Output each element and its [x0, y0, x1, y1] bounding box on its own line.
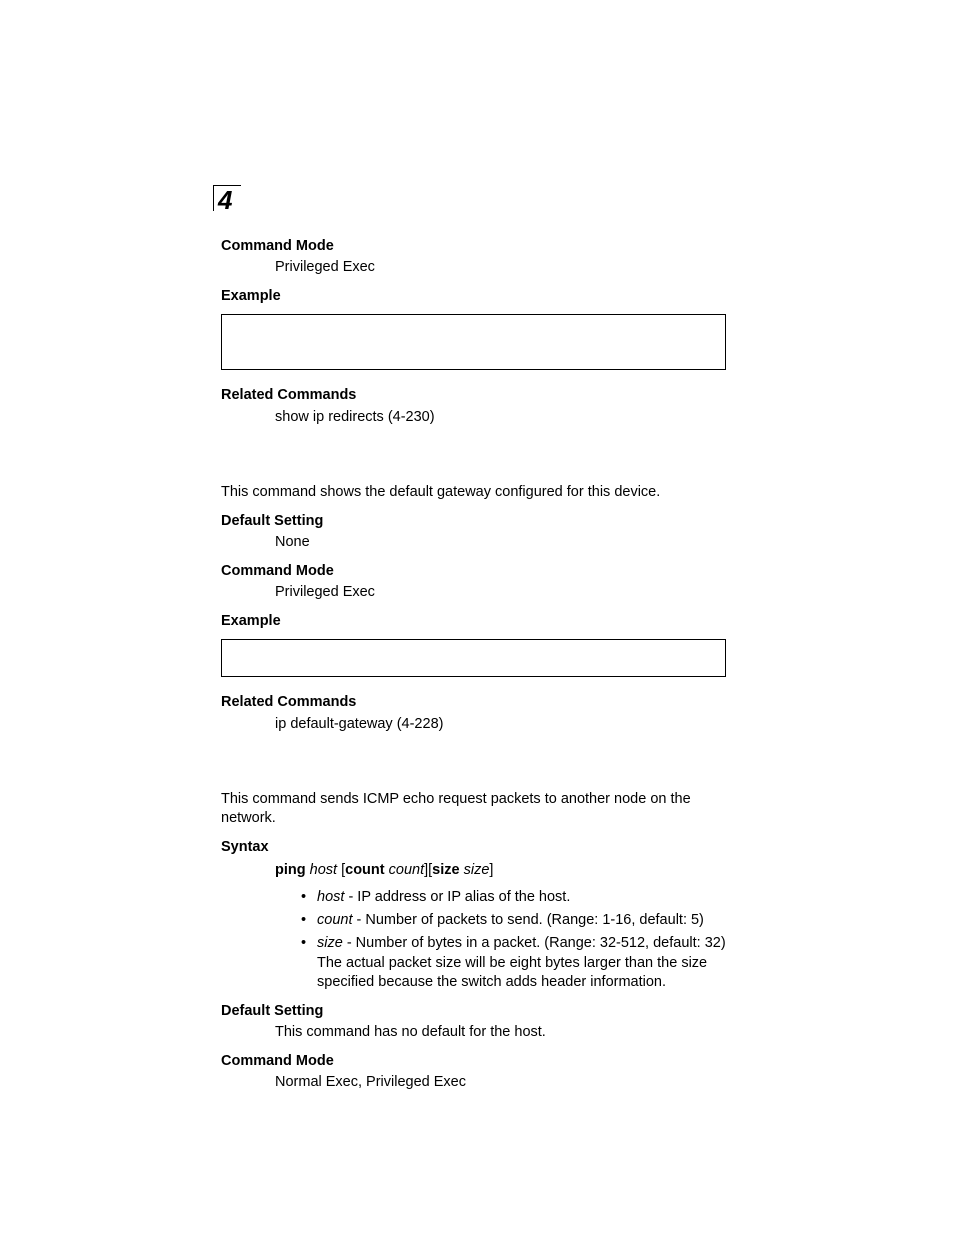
syntax-arg: count [389, 862, 424, 878]
syntax-keyword: ping [275, 862, 306, 878]
syntax-heading: Syntax [221, 838, 726, 857]
command-mode-value: Normal Exec, Privileged Exec [275, 1073, 726, 1092]
arg-desc: - Number of packets to send. (Range: 1-1… [352, 912, 703, 928]
arg-name: size [317, 935, 343, 951]
syntax-line: ping host [count count][size size] [275, 861, 726, 880]
syntax-arg: size [464, 862, 490, 878]
arg-desc: - IP address or IP alias of the host. [344, 889, 570, 905]
list-item: host - IP address or IP alias of the hos… [301, 888, 726, 907]
page: 4 Command Mode Privileged Exec Example R… [0, 0, 954, 1235]
default-setting-heading: Default Setting [221, 512, 726, 531]
command-mode-value: Privileged Exec [275, 583, 726, 602]
chapter-number: 4 [218, 188, 231, 212]
related-commands-value: ip default-gateway (4-228) [275, 715, 726, 734]
arg-name: count [317, 912, 352, 928]
page-content: Command Mode Privileged Exec Example Rel… [221, 237, 726, 1102]
syntax-bullet-list: host - IP address or IP alias of the hos… [301, 888, 726, 992]
arg-desc: - Number of bytes in a packet. (Range: 3… [317, 935, 726, 989]
default-setting-heading: Default Setting [221, 1002, 726, 1021]
section-intro: This command sends ICMP echo request pac… [221, 790, 726, 828]
syntax-keyword: count [345, 862, 384, 878]
list-item: count - Number of packets to send. (Rang… [301, 911, 726, 930]
related-commands-heading: Related Commands [221, 386, 726, 405]
example-heading: Example [221, 612, 726, 631]
default-setting-value: None [275, 533, 726, 552]
syntax-arg: host [310, 862, 337, 878]
syntax-bracket: ][ [424, 862, 432, 878]
command-mode-heading: Command Mode [221, 1052, 726, 1071]
command-mode-heading: Command Mode [221, 562, 726, 581]
default-setting-value: This command has no default for the host… [275, 1023, 726, 1042]
list-item: size - Number of bytes in a packet. (Ran… [301, 934, 726, 991]
command-mode-heading: Command Mode [221, 237, 726, 256]
example-box [221, 314, 726, 370]
syntax-keyword: size [432, 862, 459, 878]
related-commands-value: show ip redirects (4-230) [275, 408, 726, 427]
arg-name: host [317, 889, 344, 905]
related-commands-heading: Related Commands [221, 693, 726, 712]
syntax-bracket: ] [489, 862, 493, 878]
chapter-marker: 4 [213, 185, 241, 211]
section-intro: This command shows the default gateway c… [221, 483, 726, 502]
example-heading: Example [221, 287, 726, 306]
example-box [221, 639, 726, 677]
command-mode-value: Privileged Exec [275, 258, 726, 277]
